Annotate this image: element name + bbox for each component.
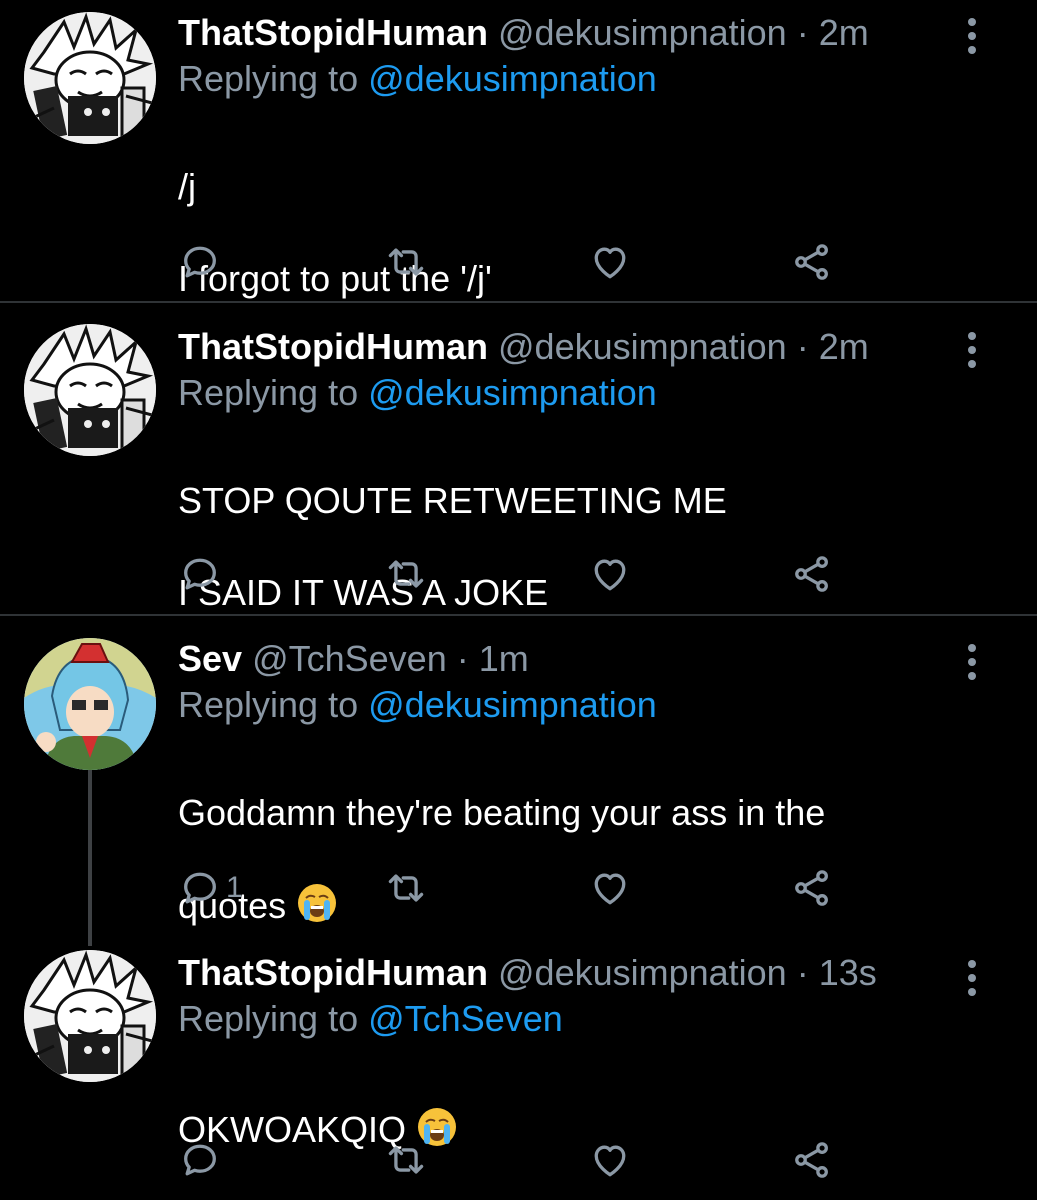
reply-icon [178,240,222,284]
display-name[interactable]: Sev [178,638,242,679]
avatar[interactable] [24,12,156,144]
display-name[interactable]: ThatStopidHuman [178,12,488,53]
reply-button[interactable] [178,240,222,284]
tweet-text-line: /j [178,166,196,207]
like-icon [588,240,632,284]
avatar[interactable] [24,950,156,1082]
tweet[interactable]: ThatStopidHuman @dekusimpnation · 13s Re… [0,940,1037,1200]
retweet-icon [384,866,428,910]
reply-button[interactable] [178,552,222,596]
mention-link[interactable]: @TchSeven [368,998,563,1039]
more-options-icon[interactable] [963,332,981,372]
like-icon [588,1138,632,1182]
more-options-icon[interactable] [963,644,981,684]
mention-link[interactable]: @dekusimpnation [368,58,657,99]
tweet-header: ThatStopidHuman @dekusimpnation · 2m [178,324,869,370]
share-icon [790,866,834,910]
manga-character-avatar-image [24,324,156,456]
retweet-icon [384,240,428,284]
timestamp[interactable]: 13s [819,952,877,993]
retweet-button[interactable] [384,552,428,596]
share-button[interactable] [790,240,834,284]
reply-button[interactable] [178,1138,222,1182]
timestamp[interactable]: 1m [479,638,529,679]
share-icon [790,552,834,596]
replying-prefix: Replying to [178,998,359,1039]
tweet-header: Sev @TchSeven · 1m [178,636,529,682]
tweet-text-line: Goddamn they're beating your ass in the [178,792,826,833]
share-button[interactable] [790,866,834,910]
action-bar [178,240,858,284]
more-options-icon[interactable] [963,18,981,58]
tweet[interactable]: ThatStopidHuman @dekusimpnation · 2m Rep… [0,0,1037,302]
anime-character-avatar-image [24,638,156,770]
timestamp[interactable]: 2m [819,12,869,53]
replying-to: Replying to @dekusimpnation [178,682,657,728]
mention-link[interactable]: @dekusimpnation [368,684,657,725]
mention-link[interactable]: @dekusimpnation [368,372,657,413]
display-name[interactable]: ThatStopidHuman [178,952,488,993]
action-bar: 1 [178,866,858,910]
share-icon [790,240,834,284]
separator: · [796,326,809,367]
reply-button[interactable]: 1 [178,866,243,910]
reply-icon [178,866,222,910]
user-handle[interactable]: @dekusimpnation [498,12,787,53]
divider [0,301,1037,303]
reply-icon [178,552,222,596]
tweet[interactable]: Sev @TchSeven · 1m Replying to @dekusimp… [0,626,1037,944]
retweet-icon [384,1138,428,1182]
tweet[interactable]: ThatStopidHuman @dekusimpnation · 2m Rep… [0,314,1037,614]
like-button[interactable] [588,552,632,596]
replying-prefix: Replying to [178,372,359,413]
divider [0,614,1037,616]
like-button[interactable] [588,240,632,284]
retweet-button[interactable] [384,1138,428,1182]
avatar[interactable] [24,638,156,770]
user-handle[interactable]: @dekusimpnation [498,952,787,993]
timestamp[interactable]: 2m [819,326,869,367]
user-handle[interactable]: @dekusimpnation [498,326,787,367]
tweet-text-line: STOP QOUTE RETWEETING ME [178,480,727,521]
retweet-icon [384,552,428,596]
manga-character-avatar-image [24,12,156,144]
share-button[interactable] [790,552,834,596]
user-handle[interactable]: @TchSeven [252,638,447,679]
tweet-header: ThatStopidHuman @dekusimpnation · 13s [178,950,877,996]
reply-count: 1 [226,871,243,904]
separator: · [456,638,469,679]
action-bar [178,552,858,596]
replying-prefix: Replying to [178,58,359,99]
separator: · [796,12,809,53]
replying-prefix: Replying to [178,684,359,725]
like-icon [588,866,632,910]
tweet-header: ThatStopidHuman @dekusimpnation · 2m [178,10,869,56]
replying-to: Replying to @TchSeven [178,996,563,1042]
display-name[interactable]: ThatStopidHuman [178,326,488,367]
separator: · [796,952,809,993]
replying-to: Replying to @dekusimpnation [178,56,657,102]
share-icon [790,1138,834,1182]
like-button[interactable] [588,1138,632,1182]
reply-icon [178,1138,222,1182]
retweet-button[interactable] [384,866,428,910]
share-button[interactable] [790,1138,834,1182]
retweet-button[interactable] [384,240,428,284]
action-bar [178,1138,858,1182]
manga-character-avatar-image [24,950,156,1082]
like-button[interactable] [588,866,632,910]
replying-to: Replying to @dekusimpnation [178,370,657,416]
like-icon [588,552,632,596]
more-options-icon[interactable] [963,960,981,1000]
avatar[interactable] [24,324,156,456]
